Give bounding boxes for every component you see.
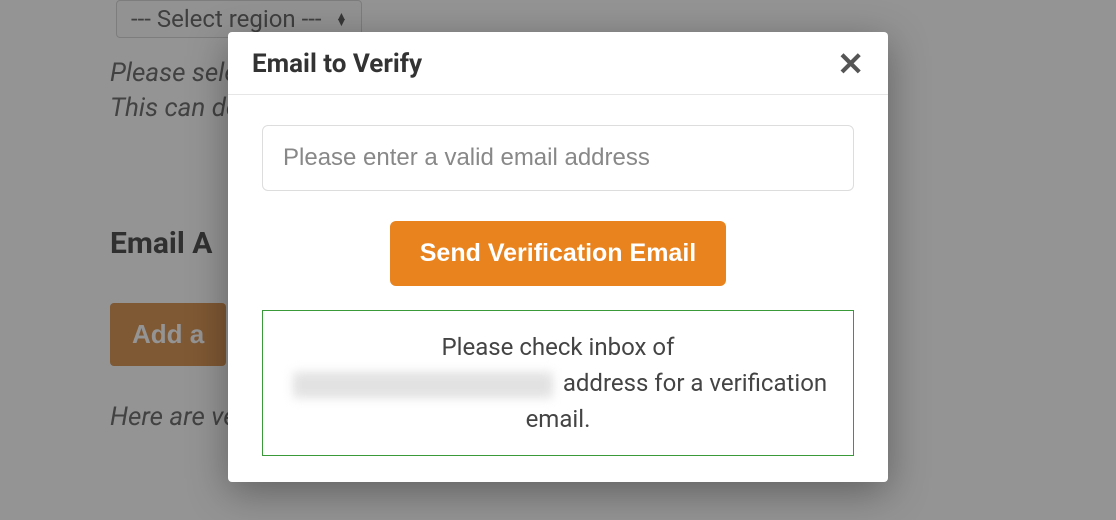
modal-header: Email to Verify ✕ <box>228 32 888 95</box>
verification-notice: Please check inbox of address for a veri… <box>262 310 854 456</box>
send-verification-button[interactable]: Send Verification Email <box>390 221 726 286</box>
modal-body: Send Verification Email Please check inb… <box>228 95 888 482</box>
modal-title: Email to Verify <box>252 49 422 79</box>
verify-email-modal: Email to Verify ✕ Send Verification Emai… <box>228 32 888 482</box>
notice-prefix: Please check inbox of <box>442 333 675 361</box>
notice-suffix: address for a verification email. <box>526 369 828 433</box>
modal-overlay: Email to Verify ✕ Send Verification Emai… <box>0 0 1116 520</box>
email-input[interactable] <box>262 125 854 191</box>
redacted-email <box>293 372 553 398</box>
close-icon[interactable]: ✕ <box>837 48 864 80</box>
